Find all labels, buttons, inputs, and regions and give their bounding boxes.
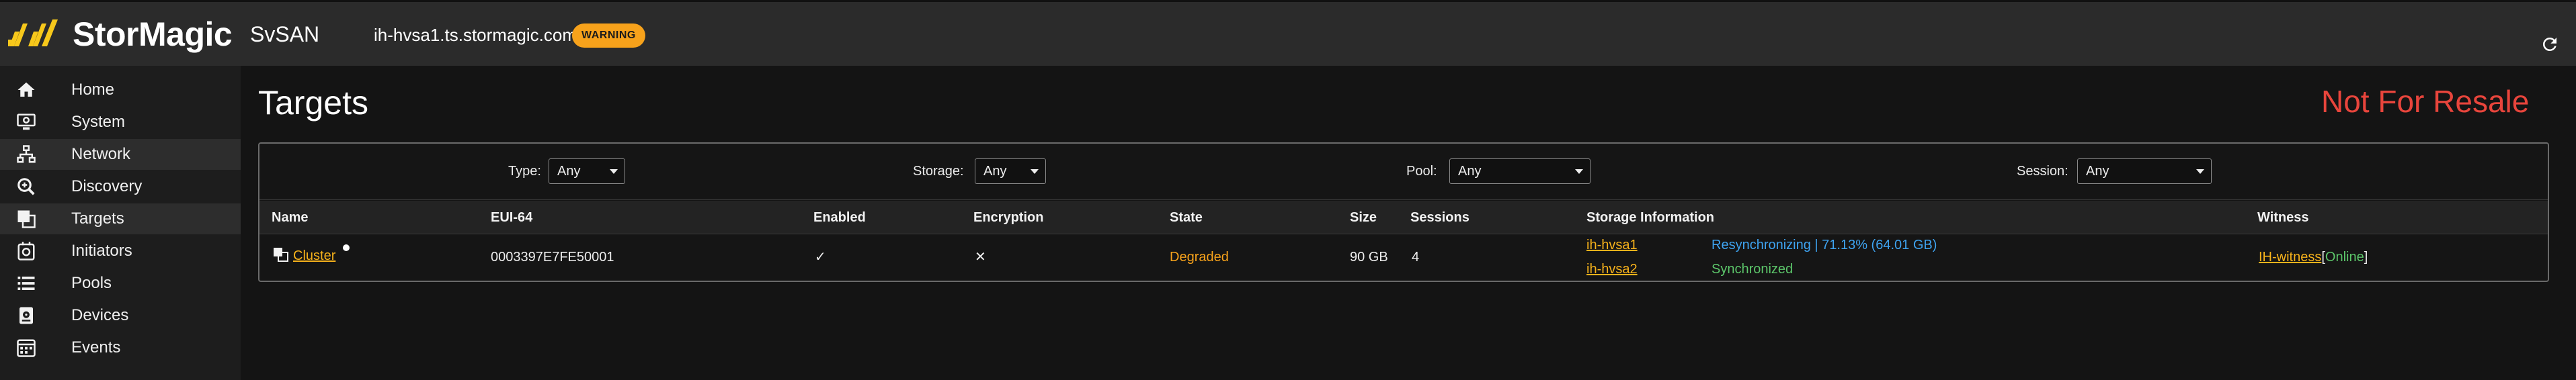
storage-filter-value: Any: [983, 164, 1007, 179]
sidebar-item-label: Home: [71, 81, 115, 99]
sidebar-item-label: Pools: [71, 274, 112, 292]
column-header-state[interactable]: State: [1170, 210, 1203, 226]
sidebar-item-label: Initiators: [71, 242, 132, 260]
session-filter-label: Session:: [2017, 164, 2068, 179]
target-name-link[interactable]: Cluster: [293, 248, 335, 264]
sidebar-item-home[interactable]: Home: [0, 75, 241, 105]
sidebar-item-targets[interactable]: Targets: [0, 203, 241, 234]
targets-panel: Type: Any Storage: Any Pool: Any Session…: [258, 142, 2549, 282]
encryption-cross-icon: ✕: [975, 250, 986, 265]
column-header-witness[interactable]: Witness: [2257, 210, 2309, 226]
eui64-value: 0003397E7FE50001: [491, 250, 614, 265]
sidebar-item-label: Network: [71, 145, 131, 163]
type-filter-label: Type:: [508, 164, 541, 179]
sidebar-item-devices[interactable]: Devices: [0, 300, 241, 331]
storage-filter-label: Storage:: [913, 164, 964, 179]
top-bar: StorMagic SvSAN ih-hvsa1.ts.stormagic.co…: [0, 0, 2576, 66]
targets-icon: [17, 210, 36, 228]
pool-filter-select[interactable]: Any: [1449, 158, 1591, 184]
session-filter-select[interactable]: Any: [2077, 158, 2212, 184]
sidebar-item-pools[interactable]: Pools: [0, 268, 241, 299]
sidebar: Home System Network Discovery Targets In…: [0, 66, 241, 380]
refresh-icon[interactable]: [2540, 34, 2560, 54]
target-icon: [274, 248, 288, 262]
filter-row: Type: Any Storage: Any Pool: Any Session…: [259, 144, 2548, 200]
sidebar-item-network[interactable]: Network: [0, 139, 241, 170]
witness-link[interactable]: IH-witness: [2259, 250, 2321, 265]
devices-icon: [19, 307, 33, 324]
enabled-check-icon: ✓: [815, 250, 826, 265]
sidebar-item-system[interactable]: System: [0, 107, 241, 138]
table-header: Name EUI-64 Enabled Encryption State Siz…: [259, 201, 2548, 234]
storage-host-link[interactable]: ih-hvsa1: [1586, 238, 1638, 253]
discovery-icon: [17, 178, 35, 195]
column-header-storage-information[interactable]: Storage Information: [1586, 210, 1714, 226]
events-icon: [17, 339, 36, 357]
state-value: Degraded: [1170, 250, 1229, 265]
column-header-encryption[interactable]: Encryption: [973, 210, 1043, 226]
sidebar-item-events[interactable]: Events: [0, 332, 241, 363]
chevron-down-icon: [2196, 169, 2204, 174]
storage-host-link[interactable]: ih-hvsa2: [1586, 262, 1638, 277]
storage-status: Resynchronizing | 71.13% (64.01 GB): [1712, 238, 1937, 252]
status-dot-icon: [343, 244, 350, 251]
table-row[interactable]: Cluster 0003397E7FE50001 ✓ ✕ Degraded 90…: [259, 235, 2548, 281]
brand-name: StorMagic: [73, 15, 233, 53]
page-title: Targets: [258, 84, 368, 122]
witness-status: Online: [2325, 250, 2364, 265]
pool-filter-value: Any: [1458, 164, 1482, 179]
storage-status: Synchronized: [1712, 262, 1794, 277]
column-header-size[interactable]: Size: [1350, 210, 1377, 226]
witness-cell: IH-witness[Online]: [2259, 250, 2368, 265]
logo-slashes-icon: [8, 19, 58, 46]
stormagic-logo[interactable]: StorMagic: [8, 15, 233, 53]
chevron-down-icon: [1575, 169, 1583, 174]
session-filter-value: Any: [2086, 164, 2109, 179]
product-name: SvSAN: [250, 22, 320, 46]
type-filter-value: Any: [557, 164, 581, 179]
sessions-value: 4: [1412, 250, 1420, 265]
column-header-name[interactable]: Name: [272, 210, 308, 226]
resale-notice: Not For Resale: [2321, 84, 2530, 119]
host-name: ih-hvsa1.ts.stormagic.com: [374, 25, 577, 45]
sidebar-item-label: Devices: [71, 306, 129, 324]
chevron-down-icon: [1031, 169, 1039, 174]
warning-badge[interactable]: WARNING: [572, 23, 645, 48]
column-header-eui64[interactable]: EUI-64: [491, 210, 532, 226]
initiators-icon: [17, 242, 35, 260]
witness-bracket-close: ]: [2364, 250, 2368, 265]
pools-icon: [17, 277, 35, 290]
sidebar-item-label: Events: [71, 338, 121, 357]
network-icon: [17, 145, 36, 163]
system-icon: [17, 113, 36, 130]
type-filter-select[interactable]: Any: [549, 158, 625, 184]
home-icon: [17, 82, 35, 97]
sidebar-item-label: Targets: [71, 209, 124, 228]
size-value: 90 GB: [1350, 250, 1388, 265]
sidebar-item-label: System: [71, 113, 126, 131]
chevron-down-icon: [610, 169, 618, 174]
column-header-enabled[interactable]: Enabled: [813, 210, 866, 226]
column-header-sessions[interactable]: Sessions: [1410, 210, 1470, 226]
sidebar-item-initiators[interactable]: Initiators: [0, 236, 241, 267]
sidebar-item-label: Discovery: [71, 177, 143, 195]
pool-filter-label: Pool:: [1406, 164, 1437, 179]
storage-filter-select[interactable]: Any: [975, 158, 1046, 184]
sidebar-item-discovery[interactable]: Discovery: [0, 171, 241, 202]
